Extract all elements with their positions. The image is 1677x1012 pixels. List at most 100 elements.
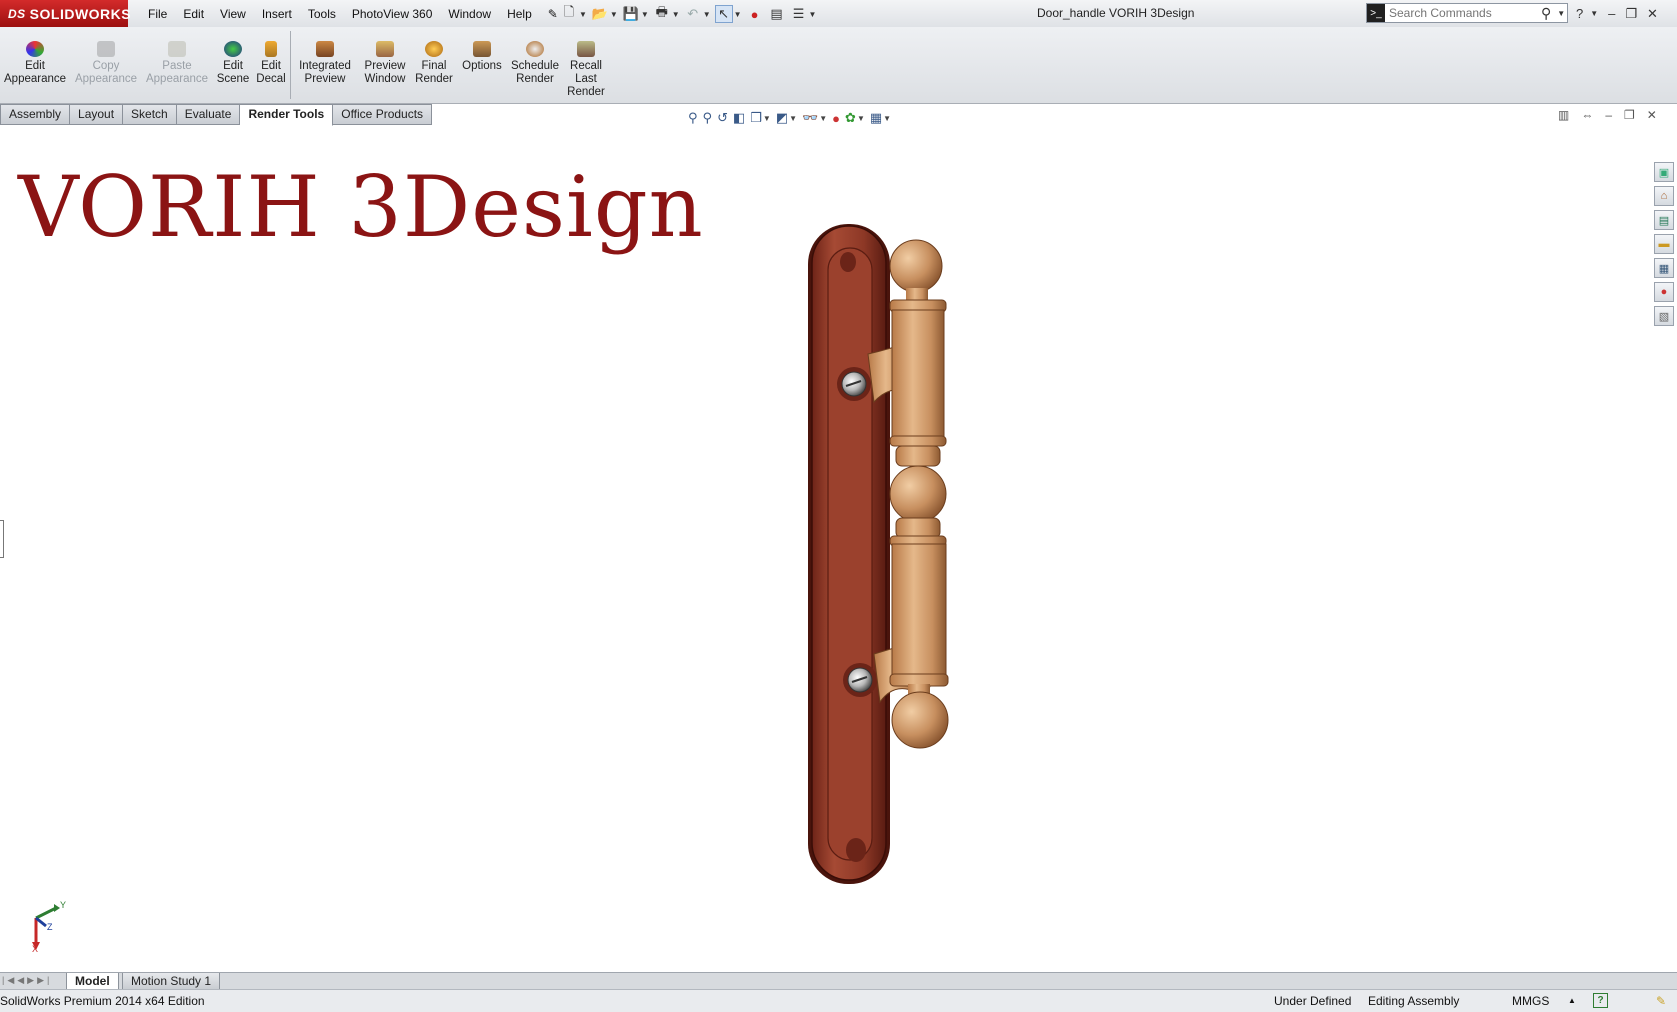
copy-appearance-button[interactable]: Copy Appearance [74,41,138,86]
close-icon[interactable]: ✕ [1647,6,1658,22]
rebuild-traffic-light-icon[interactable]: ● [746,5,764,23]
unit-system-button[interactable]: MMGS [1512,994,1549,1008]
print-icon[interactable]: 🖶 [653,4,671,23]
schedule-render-label: Schedule Render [511,60,559,85]
recall-last-render-button[interactable]: Recall Last Render [566,41,606,99]
edit-appearance-button[interactable]: Edit Appearance [4,41,66,86]
menu-tools[interactable]: Tools [300,7,344,21]
help-dropdown-icon[interactable]: ▼ [1590,9,1598,18]
tab-scroll-arrows-icon[interactable]: |◀◀▶▶| [2,975,52,986]
menu-window[interactable]: Window [440,7,499,21]
search-dropdown-icon[interactable]: ▼ [1557,9,1565,18]
zoom-to-area-icon[interactable]: ⚲ [703,110,713,126]
viewport-link-icon[interactable]: ⇔ [1581,108,1593,122]
solidworks-resources-icon[interactable]: ▣ [1654,162,1674,182]
open-folder-icon[interactable]: 📂 [591,5,609,23]
viewport-controls: ▥ ⇔ – ❐ ✕ [1558,108,1657,122]
paste-appearance-button[interactable]: Paste Appearance [144,41,210,86]
section-view-icon[interactable]: ◧ [733,110,745,126]
new-dropdown-icon[interactable]: ▼ [579,10,587,19]
viewport-split-icon[interactable]: ▥ [1558,108,1569,122]
viewport-minimize-icon[interactable]: – [1605,108,1612,122]
undo-dropdown-icon[interactable]: ▼ [703,10,711,19]
file-explorer-icon[interactable]: ▤ [1654,210,1674,230]
display-style-icon[interactable]: ◩ [776,110,788,126]
menu-bar: File Edit View Insert Tools PhotoView 36… [140,0,566,27]
view-orientation-icon[interactable]: ❒ [750,110,762,126]
new-document-icon[interactable]: 🗋 [560,4,578,23]
options-dropdown-icon[interactable]: ▼ [809,10,817,19]
menu-file[interactable]: File [140,7,175,21]
select-pointer-icon[interactable]: ↖ [714,5,733,23]
quick-tips-help-icon[interactable]: ? [1593,993,1608,1008]
tab-office-products[interactable]: Office Products [333,104,433,125]
feature-manager-collapse-handle[interactable] [0,520,4,558]
zoom-to-fit-icon[interactable]: ⚲ [688,110,698,126]
integrated-preview-button[interactable]: Integrated Preview [296,41,354,86]
door-handle-model[interactable] [790,214,1030,894]
search-input[interactable] [1385,5,1541,21]
preview-window-button[interactable]: Preview Window [362,41,408,86]
viewport-close-icon[interactable]: ✕ [1647,108,1657,122]
copy-appearance-label: Copy Appearance [74,60,138,85]
tab-assembly[interactable]: Assembly [0,104,71,125]
design-library-icon[interactable]: ⌂ [1654,186,1674,206]
appearance-ball-icon [26,41,44,57]
select-dropdown-icon[interactable]: ▼ [734,10,742,19]
save-dropdown-icon[interactable]: ▼ [641,10,649,19]
restore-icon[interactable]: ❐ [1625,6,1637,22]
menu-insert[interactable]: Insert [254,7,300,21]
menu-help[interactable]: Help [499,7,540,21]
menu-view[interactable]: View [212,7,254,21]
tab-evaluate[interactable]: Evaluate [176,104,241,125]
view-palette-icon[interactable]: ▦ [1654,258,1674,278]
open-dropdown-icon[interactable]: ▼ [610,10,618,19]
undo-icon[interactable]: ↶ [684,5,702,23]
options-list-icon[interactable]: ☰ [790,5,808,23]
hide-show-items-icon[interactable]: 👓 [802,110,818,126]
definition-status: Under Defined [1274,994,1352,1008]
rebuild-status-icon[interactable]: ✎ [1656,994,1666,1008]
search-icon[interactable]: ⚲ [1541,5,1551,22]
tab-render-tools[interactable]: Render Tools [240,104,334,126]
command-prompt-icon: >_ [1367,4,1385,22]
options-button[interactable]: Options [460,41,504,73]
display-style-dropdown-icon[interactable]: ▼ [789,114,797,123]
quick-access-toolbar: 🗋 ▼ 📂 ▼ 💾 ▼ 🖶 ▼ ↶ ▼ ↖ ▼ ● ▤ ☰ ▼ [560,3,816,25]
file-properties-icon[interactable]: ▤ [768,5,786,23]
tab-layout[interactable]: Layout [70,104,124,125]
bottom-screw [843,663,877,697]
unit-system-dropdown-icon[interactable]: ▲ [1568,996,1576,1005]
options-label: Options [462,60,502,72]
custom-properties-icon[interactable]: ▧ [1654,306,1674,326]
top-screw [837,367,871,401]
options-gear-icon [473,41,491,57]
bottom-tab-bar: |◀◀▶▶| Model Motion Study 1 [0,972,1677,990]
save-icon[interactable]: 💾 [622,5,640,23]
viewport-restore-icon[interactable]: ❐ [1624,108,1635,122]
folder-icon[interactable]: ▬ [1654,234,1674,254]
tab-model[interactable]: Model [66,973,119,990]
previous-view-icon[interactable]: ↺ [717,110,728,126]
edit-appearance-view-icon[interactable]: ● [832,111,840,126]
minimize-icon[interactable]: – [1608,6,1615,21]
tab-motion-study-1[interactable]: Motion Study 1 [122,973,221,990]
print-dropdown-icon[interactable]: ▼ [672,10,680,19]
hide-show-dropdown-icon[interactable]: ▼ [819,114,827,123]
menu-edit[interactable]: Edit [175,7,212,21]
solidworks-logo[interactable]: DS SOLIDWORKS [0,0,131,27]
menu-photoview[interactable]: PhotoView 360 [344,7,441,21]
tab-sketch[interactable]: Sketch [123,104,177,125]
schedule-render-button[interactable]: Schedule Render [510,41,560,86]
view-orientation-dropdown-icon[interactable]: ▼ [763,114,771,123]
search-commands-box[interactable]: >_ ⚲ ▼ [1366,3,1568,23]
edit-scene-button[interactable]: Edit Scene [216,41,250,86]
apply-scene-icon[interactable]: ✿ [845,110,856,126]
view-settings-dropdown-icon[interactable]: ▼ [883,114,891,123]
edit-decal-button[interactable]: Edit Decal [256,41,286,86]
apply-scene-dropdown-icon[interactable]: ▼ [857,114,865,123]
help-question-icon[interactable]: ? [1576,6,1583,21]
view-settings-icon[interactable]: ▦ [870,110,882,126]
final-render-button[interactable]: Final Render [414,41,454,86]
appearances-scenes-icon[interactable]: ● [1654,282,1674,302]
